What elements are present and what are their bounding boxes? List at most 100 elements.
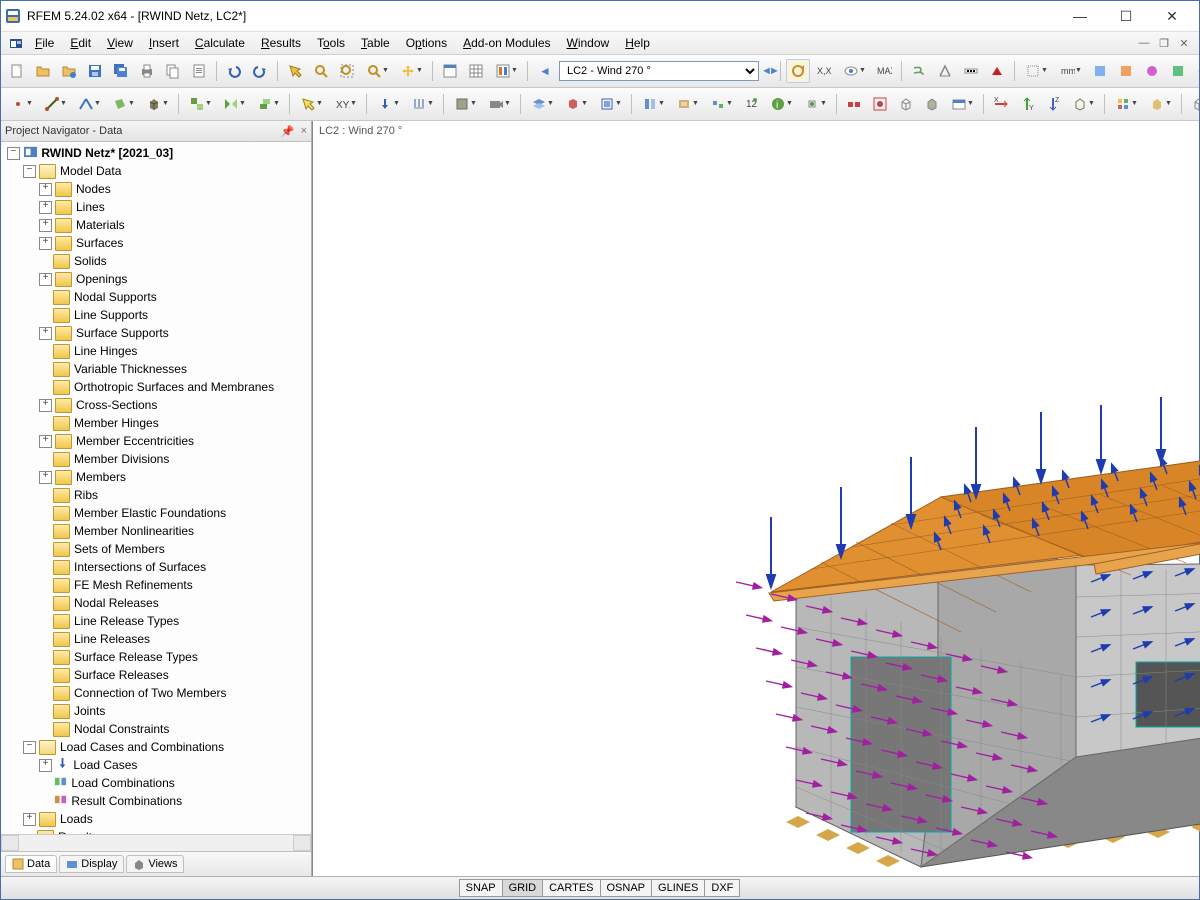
axis-z-button[interactable]: Z — [1041, 92, 1065, 116]
calc-params-button[interactable] — [959, 59, 983, 83]
save-all-button[interactable] — [109, 59, 133, 83]
status-grid-button[interactable]: GRID — [502, 879, 544, 897]
save-button[interactable] — [83, 59, 107, 83]
tree-cross-sections[interactable]: Cross-Sections — [76, 398, 157, 412]
check-4-button[interactable]: ▼ — [946, 92, 978, 116]
axis-y-button[interactable]: Y — [1015, 92, 1039, 116]
tree-lines[interactable]: Lines — [76, 200, 105, 214]
check-3-button[interactable] — [920, 92, 944, 116]
menu-file[interactable]: File — [27, 34, 62, 52]
copy-move-tool[interactable]: ▼ — [184, 92, 216, 116]
tree-root[interactable]: RWIND Netz* [2021_03] — [41, 146, 173, 160]
tree-nodes[interactable]: Nodes — [76, 182, 111, 196]
snap-tool[interactable]: ▼ — [799, 92, 831, 116]
line-load-tool[interactable]: ▼ — [406, 92, 438, 116]
select-tool[interactable]: ▼ — [295, 92, 327, 116]
tree-member-hinges[interactable]: Member Hinges — [74, 416, 159, 430]
tree-load-combinations[interactable]: Load Combinations — [71, 776, 174, 790]
status-dxf-button[interactable]: DXF — [704, 879, 740, 897]
units-button[interactable]: mm▼ — [1054, 59, 1086, 83]
navigator-button[interactable] — [438, 59, 462, 83]
navigator-tree[interactable]: − RWIND Netz* [2021_03] −Model Data +Nod… — [1, 142, 311, 834]
tree-member-divisions[interactable]: Member Divisions — [74, 452, 169, 466]
tree-member-eccentricities[interactable]: Member Eccentricities — [76, 434, 194, 448]
tree-surface-releases[interactable]: Surface Releases — [74, 668, 169, 682]
panel-button[interactable]: ▼ — [490, 59, 522, 83]
tab-views[interactable]: Views — [126, 855, 184, 873]
menu-calculate[interactable]: Calculate — [187, 34, 253, 52]
measure-button[interactable]: X,XX — [812, 59, 836, 83]
tree-surfaces[interactable]: Surfaces — [76, 236, 123, 250]
mdi-icon[interactable] — [5, 34, 27, 52]
camera-tool[interactable]: ▼ — [483, 92, 515, 116]
tree-nodal-constraints[interactable]: Nodal Constraints — [74, 722, 169, 736]
tab-display[interactable]: Display — [59, 855, 124, 873]
check-1-button[interactable] — [868, 92, 892, 116]
extrude-tool[interactable]: ▼ — [252, 92, 284, 116]
tree-loads[interactable]: Loads — [60, 812, 93, 826]
menu-insert[interactable]: Insert — [141, 34, 187, 52]
tree-orthotropic[interactable]: Orthotropic Surfaces and Membranes — [74, 380, 274, 394]
menu-tools[interactable]: Tools — [309, 34, 353, 52]
render-tool[interactable]: ▼ — [560, 92, 592, 116]
member-tool[interactable]: ▼ — [73, 92, 105, 116]
tree-members[interactable]: Members — [76, 470, 126, 484]
mdi-minimize-button[interactable]: — — [1137, 36, 1151, 50]
tree-line-releases[interactable]: Line Releases — [74, 632, 150, 646]
tree-member-elastic-foundations[interactable]: Member Elastic Foundations — [74, 506, 226, 520]
node-tool[interactable]: ▼ — [5, 92, 37, 116]
axis-x-button[interactable]: X — [989, 92, 1013, 116]
clip-tool[interactable]: ▼ — [671, 92, 703, 116]
tree-result-combinations[interactable]: Result Combinations — [71, 794, 182, 808]
status-glines-button[interactable]: GLINES — [651, 879, 705, 897]
viewport[interactable]: LC2 : Wind 270 ° — [312, 121, 1199, 876]
tree-intersections[interactable]: Intersections of Surfaces — [74, 560, 206, 574]
redo-button[interactable] — [248, 59, 272, 83]
undo-button[interactable] — [222, 59, 246, 83]
views-tool[interactable]: ▼ — [449, 92, 481, 116]
close-panel-icon[interactable]: × — [301, 125, 307, 138]
maximize-button[interactable]: ☐ — [1103, 1, 1149, 31]
tree-load-cases[interactable]: Load Cases — [73, 758, 137, 772]
line-tool[interactable]: ▼ — [39, 92, 71, 116]
menu-table[interactable]: Table — [353, 34, 398, 52]
menu-options[interactable]: Options — [398, 34, 455, 52]
new-file-button[interactable] — [5, 59, 29, 83]
xy-tool[interactable]: XYZ▼ — [329, 92, 361, 116]
tree-ribs[interactable]: Ribs — [74, 488, 98, 502]
tree-openings[interactable]: Openings — [76, 272, 127, 286]
pin-icon[interactable]: 📌 — [281, 125, 295, 138]
module-4-button[interactable] — [1166, 59, 1190, 83]
status-cartes-button[interactable]: CARTES — [542, 879, 600, 897]
tree-fe-mesh[interactable]: FE Mesh Refinements — [74, 578, 193, 592]
open-project-button[interactable] — [57, 59, 81, 83]
iso-button[interactable]: ▼ — [1067, 92, 1099, 116]
tree-line-supports[interactable]: Line Supports — [74, 308, 148, 322]
solid-tool[interactable]: ▼ — [141, 92, 173, 116]
tree-nodal-supports[interactable]: Nodal Supports — [74, 290, 157, 304]
report-button[interactable] — [187, 59, 211, 83]
wind-button[interactable] — [907, 59, 931, 83]
rotate-button[interactable] — [786, 59, 810, 83]
tree-h-scrollbar[interactable] — [1, 834, 311, 851]
tree-surface-supports[interactable]: Surface Supports — [76, 326, 169, 340]
tree-solids[interactable]: Solids — [74, 254, 107, 268]
mdi-restore-button[interactable]: ❐ — [1157, 36, 1171, 50]
minimize-button[interactable]: — — [1057, 1, 1103, 31]
menu-help[interactable]: Help — [617, 34, 658, 52]
wireframe-button[interactable] — [1187, 92, 1199, 116]
tree-model-data[interactable]: Model Data — [60, 164, 121, 178]
tree-variable-thicknesses[interactable]: Variable Thicknesses — [74, 362, 187, 376]
check-2-button[interactable] — [894, 92, 918, 116]
tree-connection-two-members[interactable]: Connection of Two Members — [74, 686, 227, 700]
calculate-button[interactable] — [933, 59, 957, 83]
module-1-button[interactable] — [1088, 59, 1112, 83]
tree-line-release-types[interactable]: Line Release Types — [74, 614, 179, 628]
mirror-tool[interactable]: ▼ — [218, 92, 250, 116]
module-3-button[interactable] — [1140, 59, 1164, 83]
loadcase-combo[interactable]: LC2 - Wind 270 ° — [559, 61, 759, 81]
tree-load-cases-combinations[interactable]: Load Cases and Combinations — [60, 740, 224, 754]
number-tool[interactable]: 12 — [739, 92, 763, 116]
menu-view[interactable]: View — [99, 34, 141, 52]
copy-button[interactable] — [161, 59, 185, 83]
